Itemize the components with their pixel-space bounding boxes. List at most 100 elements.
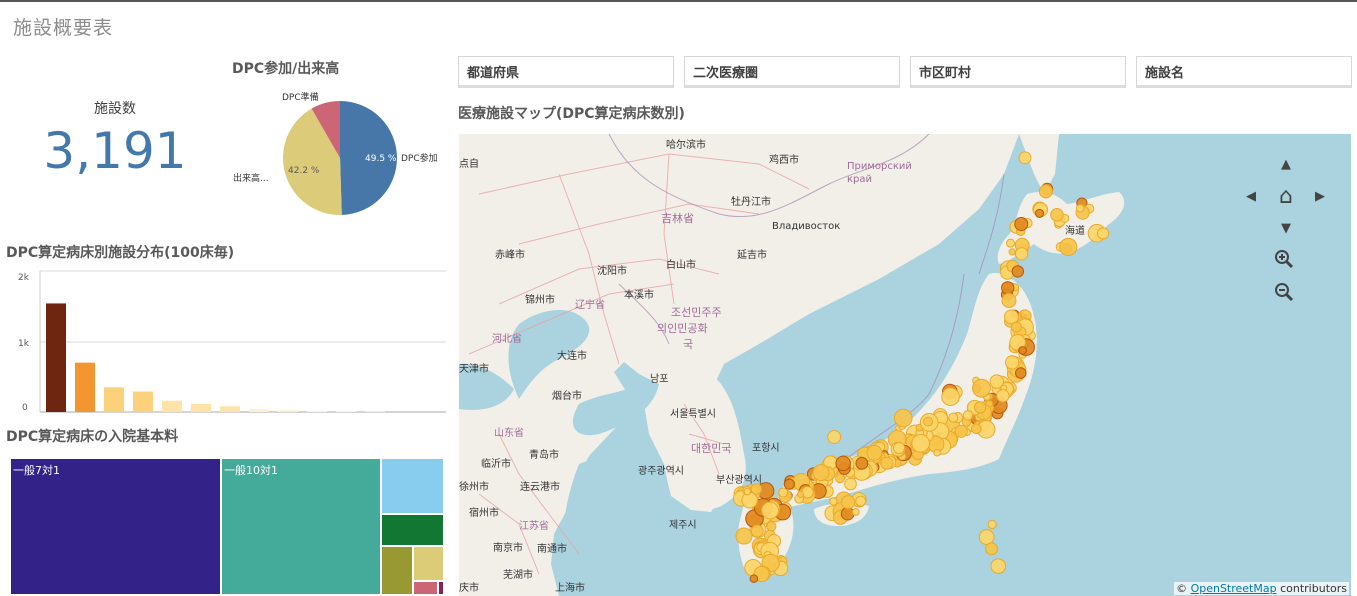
facility-marker[interactable]: [954, 424, 968, 438]
facility-marker[interactable]: [1001, 281, 1015, 295]
facility-marker[interactable]: [1038, 184, 1053, 199]
zoom-out-icon[interactable]: [1274, 282, 1298, 306]
treemap-tile-6[interactable]: [413, 546, 444, 581]
facility-marker[interactable]: [778, 487, 789, 498]
facility-marker[interactable]: [933, 448, 941, 457]
facility-marker[interactable]: [827, 429, 842, 444]
bar-chart-title: DPC算定病床別施設分布(100床毎): [6, 245, 235, 261]
filter-secondary-medical-area[interactable]: 二次医療圏: [684, 56, 900, 88]
bar-6[interactable]: [191, 403, 211, 412]
treemap-tile-ippan7[interactable]: 一般7対1: [10, 458, 221, 595]
facility-marker[interactable]: [812, 464, 830, 482]
pan-up-icon[interactable]: ▲: [1274, 152, 1298, 176]
bar-9[interactable]: [278, 410, 298, 412]
facility-marker[interactable]: [866, 444, 883, 461]
facility-marker[interactable]: [1059, 237, 1078, 257]
facility-marker[interactable]: [985, 542, 998, 556]
facility-marker[interactable]: [989, 374, 1005, 389]
facility-marker[interactable]: [783, 478, 795, 490]
facility-marker[interactable]: [880, 456, 894, 470]
facility-marker[interactable]: [996, 389, 1010, 403]
facility-marker[interactable]: [761, 501, 780, 520]
facility-marker[interactable]: [893, 408, 913, 428]
treemap-tile-5[interactable]: [381, 546, 413, 595]
facility-marker[interactable]: [923, 416, 933, 427]
facility-marker[interactable]: [962, 410, 974, 421]
facility-marker[interactable]: [749, 574, 759, 583]
facility-marker[interactable]: [1096, 227, 1110, 240]
facility-marker[interactable]: [841, 495, 856, 510]
map-label-nantong: 南通市: [537, 544, 567, 555]
facility-marker[interactable]: [1050, 208, 1064, 222]
facility-marker[interactable]: [855, 495, 867, 507]
treemap-tile-4[interactable]: [381, 514, 444, 546]
facility-marker[interactable]: [972, 378, 991, 398]
facility-marker[interactable]: [990, 558, 1007, 574]
facility-marker[interactable]: [1010, 321, 1022, 333]
bar-11[interactable]: [336, 411, 356, 412]
facility-marker[interactable]: [1014, 367, 1027, 379]
facility-marker[interactable]: [851, 508, 860, 516]
facility-marker[interactable]: [1018, 151, 1032, 165]
map-label-benxi: 本溪市: [624, 290, 654, 301]
pan-down-icon[interactable]: ▼: [1274, 216, 1298, 240]
bar-4[interactable]: [133, 391, 153, 412]
facility-marker[interactable]: [970, 423, 982, 435]
openstreetmap-link[interactable]: OpenStreetMap: [1191, 582, 1277, 595]
facility-marker[interactable]: [893, 441, 906, 455]
treemap-tile-7[interactable]: [413, 581, 438, 595]
pie-pct-dekidaka: 42.2 %: [288, 166, 320, 176]
zoom-in-icon[interactable]: [1274, 249, 1298, 273]
pan-right-icon[interactable]: ▶: [1308, 184, 1332, 208]
bar-5[interactable]: [162, 400, 182, 412]
facility-marker[interactable]: [948, 412, 959, 423]
treemap[interactable]: 一般7対1 一般10対1: [10, 458, 444, 595]
treemap-tile-3[interactable]: [381, 458, 444, 514]
facility-marker[interactable]: [1075, 203, 1085, 213]
home-icon[interactable]: ⌂: [1274, 184, 1298, 209]
facility-marker[interactable]: [829, 497, 838, 506]
facility-marker[interactable]: [797, 490, 805, 498]
facility-marker[interactable]: [741, 491, 759, 509]
facility-marker[interactable]: [1004, 355, 1020, 370]
filter-facility-name[interactable]: 施設名: [1136, 56, 1352, 88]
pan-left-icon[interactable]: ◀: [1239, 184, 1263, 208]
facility-marker[interactable]: [987, 519, 997, 530]
facility-marker[interactable]: [840, 506, 855, 521]
treemap-tile-8[interactable]: [438, 581, 444, 595]
facility-marker[interactable]: [941, 387, 960, 407]
facility-marker[interactable]: [835, 455, 851, 472]
facility-marker[interactable]: [1018, 346, 1027, 355]
bar-3[interactable]: [104, 387, 124, 412]
facility-marker[interactable]: [1011, 265, 1025, 278]
attribution-prefix: ©: [1176, 582, 1188, 595]
facility-marker[interactable]: [1014, 217, 1029, 232]
facility-marker[interactable]: [835, 473, 845, 484]
filter-municipality[interactable]: 市区町村: [910, 56, 1126, 88]
facility-marker[interactable]: [978, 529, 995, 546]
bar-2[interactable]: [75, 362, 95, 412]
bar-7[interactable]: [220, 406, 240, 412]
facility-marker[interactable]: [974, 401, 987, 414]
facility-marker[interactable]: [844, 477, 857, 491]
facility-marker[interactable]: [735, 527, 753, 545]
bar-10[interactable]: [307, 410, 327, 412]
facility-marker[interactable]: [911, 433, 930, 453]
facility-marker[interactable]: [1034, 208, 1045, 218]
treemap-tile-ippan10[interactable]: 一般10対1: [221, 458, 381, 595]
facility-marker[interactable]: [1001, 293, 1017, 308]
facility-marker[interactable]: [855, 456, 869, 470]
facility-map[interactable]: 哈尔滨市 鸡西市 Приморский край 吉林省 牡丹江市 Владив…: [459, 134, 1351, 596]
bar-chart[interactable]: 2k 1k 0: [0, 262, 450, 414]
bar-1[interactable]: [46, 303, 66, 412]
filter-prefecture[interactable]: 都道府県: [458, 56, 674, 88]
facility-marker[interactable]: [1006, 238, 1016, 248]
pie-chart[interactable]: 49.5 % 42.2 % DPC参加 出来高... DPC準備: [225, 85, 445, 220]
facility-marker[interactable]: [743, 487, 752, 496]
facility-marker[interactable]: [750, 524, 764, 538]
facility-marker[interactable]: [1008, 248, 1016, 256]
facility-marker[interactable]: [766, 521, 777, 532]
kpi-value[interactable]: 3,191: [30, 122, 200, 180]
bar-8[interactable]: [249, 409, 269, 412]
facility-marker[interactable]: [1014, 247, 1029, 261]
